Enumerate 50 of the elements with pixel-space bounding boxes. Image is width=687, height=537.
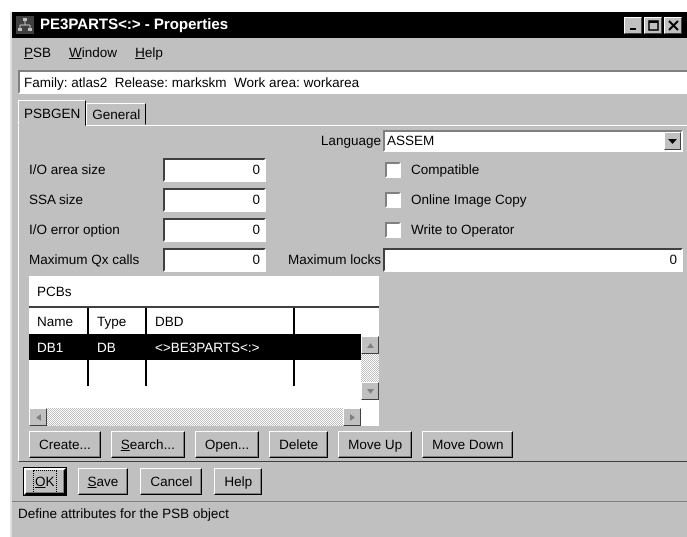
action-button[interactable]: Search...: [110, 431, 185, 458]
tab[interactable]: General: [86, 103, 146, 125]
language-dropdown[interactable]: ASSEM: [383, 130, 683, 152]
action-button[interactable]: Delete: [269, 431, 328, 458]
input-field[interactable]: 0: [163, 218, 266, 242]
field-label: Maximum locks: [286, 250, 382, 269]
action-button[interactable]: Move Up: [338, 431, 412, 458]
language-label: Language: [320, 132, 382, 150]
input-field[interactable]: 0: [163, 158, 266, 182]
minimize-button[interactable]: [624, 16, 642, 34]
checkbox[interactable]: [385, 162, 401, 178]
context-field: Family: atlas2 Release: markskm Work area: workarea: [18, 70, 687, 94]
table-row[interactable]: DB1 DB <>BE3PARTS<:>: [29, 334, 361, 360]
action-button[interactable]: Move Down: [422, 431, 514, 458]
field-label: SSA size: [29, 190, 84, 209]
checkbox-label: Compatible: [411, 162, 480, 177]
menu-item[interactable]: Window: [69, 43, 118, 61]
close-icon: [668, 20, 678, 30]
input-field[interactable]: 0: [383, 248, 683, 272]
table-cell: DB1: [29, 334, 89, 360]
dialog-button[interactable]: Help: [214, 468, 262, 495]
status-bar: Define attributes for the PSB object: [12, 501, 687, 523]
table-cell: DB: [89, 334, 147, 360]
table-cell: <>BE3PARTS<:>: [147, 334, 295, 360]
table-title: PCBs: [29, 276, 379, 308]
vertical-scrollbar[interactable]: [361, 336, 379, 400]
checkbox[interactable]: [385, 192, 401, 208]
maximize-button[interactable]: [644, 16, 662, 34]
input-field[interactable]: 0: [163, 188, 266, 212]
checkbox[interactable]: [385, 222, 401, 238]
checkbox-label: Write to Operator: [411, 222, 514, 237]
app-icon: [16, 14, 34, 36]
input-field[interactable]: 0: [163, 248, 266, 272]
menu-item[interactable]: PSB: [24, 43, 52, 61]
horizontal-scrollbar[interactable]: [29, 408, 361, 426]
tab[interactable]: PSBGEN: [18, 100, 86, 126]
window-title: PE3PARTS<:> - Properties: [40, 14, 228, 35]
menu-item[interactable]: Help: [135, 43, 163, 61]
action-button[interactable]: Create...: [29, 431, 101, 458]
minimize-icon: [630, 28, 636, 30]
field-label: I/O error option: [29, 220, 121, 239]
field-label: Maximum Qx calls: [29, 250, 140, 269]
close-button[interactable]: [664, 16, 682, 34]
dialog-button[interactable]: Cancel: [140, 468, 202, 495]
field-label: I/O area size: [29, 160, 107, 179]
checkbox-label: Online Image Copy: [411, 192, 527, 207]
action-button[interactable]: Open...: [194, 431, 260, 458]
dialog-button[interactable]: OK: [24, 468, 66, 495]
dialog-button[interactable]: Save: [78, 468, 128, 495]
maximize-icon: [648, 20, 658, 30]
